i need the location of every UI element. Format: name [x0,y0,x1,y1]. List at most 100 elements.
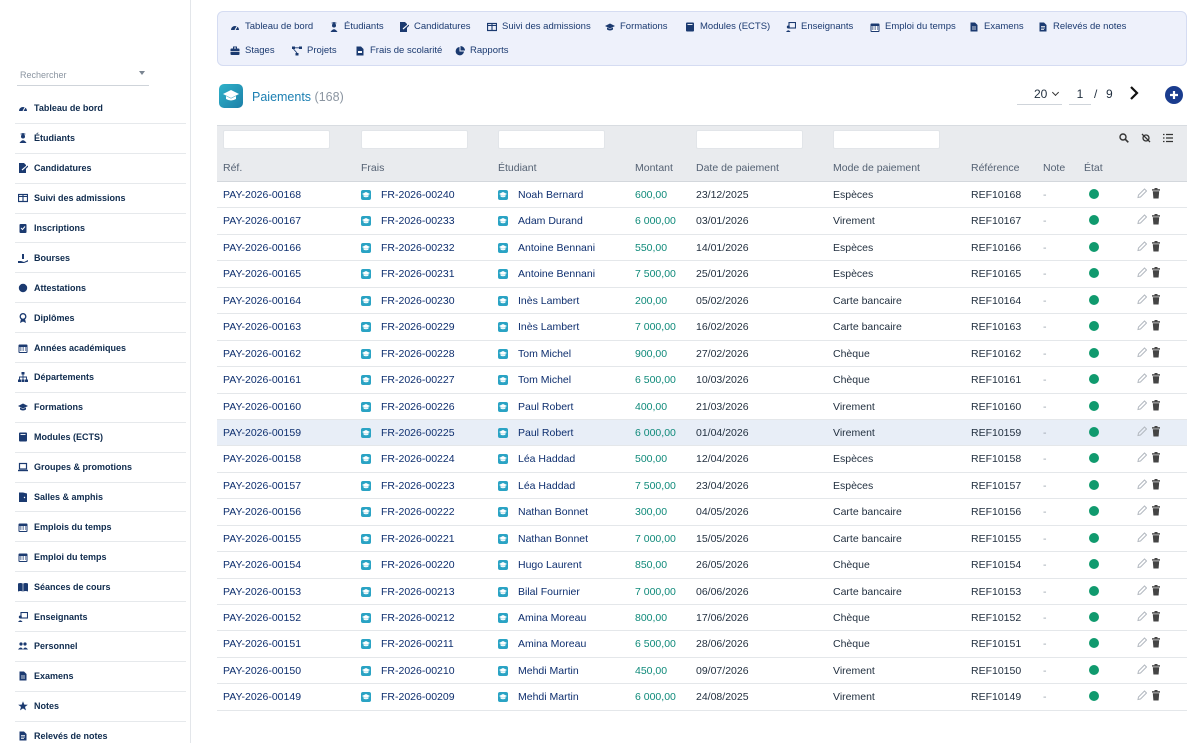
payment-ref-link[interactable]: PAY-2026-00154 [223,559,301,571]
sidebar-item[interactable]: Diplômes [15,303,186,334]
sidebar-item[interactable]: Suivi des admissions [15,184,186,214]
nav-item[interactable]: Examens [969,21,1024,32]
trash-icon[interactable] [1151,214,1161,225]
table-row[interactable]: PAY-2026-00161 FR-2026-00227 Tom Michel 6 5… [217,367,1187,394]
table-row[interactable]: PAY-2026-00155 FR-2026-00221 Nathan Bonnet… [217,526,1187,553]
table-row[interactable]: PAY-2026-00158 FR-2026-00224 Léa Haddad 500… [217,446,1187,473]
caret-down-icon[interactable] [139,71,145,75]
sidebar-item[interactable]: Étudiants [15,124,186,154]
payment-ref-link[interactable]: PAY-2026-00162 [223,348,301,360]
search-select[interactable]: Rechercher [17,66,149,86]
sidebar-item[interactable]: Groupes & promotions [15,453,186,483]
fee-link[interactable]: FR-2026-00213 [361,586,455,598]
edit-icon[interactable] [1137,690,1147,701]
fee-link[interactable]: FR-2026-00223 [361,480,455,492]
list-icon[interactable] [1163,133,1173,143]
fee-link[interactable]: FR-2026-00212 [361,612,455,624]
edit-icon[interactable] [1137,346,1147,358]
student-link[interactable]: Nathan Bonnet [498,533,588,545]
edit-icon[interactable] [1137,637,1147,648]
page-input[interactable]: 1 [1069,85,1091,105]
student-link[interactable]: Amina Moreau [498,638,586,650]
nav-item[interactable]: Emploi du temps [870,21,956,32]
fee-link[interactable]: FR-2026-00233 [361,215,455,227]
trash-icon[interactable] [1151,611,1161,622]
nav-item[interactable]: Stages [230,45,275,56]
edit-icon[interactable] [1137,399,1147,411]
edit-icon[interactable] [1137,373,1147,384]
fee-link[interactable]: FR-2026-00240 [361,189,455,201]
nav-item[interactable]: Suivi des admissions [487,21,591,32]
sidebar-item[interactable]: Tableau de bord [15,94,186,124]
edit-icon[interactable] [1137,241,1147,252]
payment-ref-link[interactable]: PAY-2026-00150 [223,665,301,677]
sidebar-item[interactable]: Emplois du temps [15,512,186,543]
student-link[interactable]: Inès Lambert [498,321,579,333]
edit-icon[interactable] [1137,188,1147,199]
column-header[interactable]: Montant [635,162,673,174]
student-link[interactable]: Noah Bernard [498,189,583,201]
trash-icon[interactable] [1151,240,1161,252]
payment-ref-link[interactable]: PAY-2026-00168 [223,189,301,201]
fee-link[interactable]: FR-2026-00209 [361,691,455,703]
table-row[interactable]: PAY-2026-00159 FR-2026-00225 Paul Robert 6 … [217,419,1187,447]
edit-icon[interactable] [1137,214,1147,225]
fee-link[interactable]: FR-2026-00221 [361,533,455,545]
student-link[interactable]: Léa Haddad [498,453,575,465]
sidebar-item[interactable]: Inscriptions [15,214,186,244]
table-row[interactable]: PAY-2026-00149 FR-2026-00209 Mehdi Martin 6… [217,684,1187,711]
trash-icon[interactable] [1151,478,1161,490]
column-header[interactable]: Date de paiement [696,162,779,174]
trash-icon[interactable] [1151,584,1161,596]
student-link[interactable]: Hugo Laurent [498,559,582,571]
sidebar-item[interactable]: Séances de cours [15,572,186,603]
nav-item[interactable]: Projets [292,45,337,56]
per-page-select[interactable]: 20 [1017,85,1062,105]
payment-ref-link[interactable]: PAY-2026-00163 [223,321,301,333]
payment-ref-link[interactable]: PAY-2026-00155 [223,533,301,545]
column-header[interactable]: Référence [971,162,1019,174]
table-row[interactable]: PAY-2026-00156 FR-2026-00222 Nathan Bonnet… [217,499,1187,526]
sidebar-item[interactable]: Emploi du temps [15,542,186,573]
edit-icon[interactable] [1137,664,1147,675]
sidebar-item[interactable]: Formations [15,393,186,423]
table-row[interactable]: PAY-2026-00166 FR-2026-00232 Antoine Benna… [217,235,1187,262]
column-header[interactable]: Note [1043,162,1065,174]
sidebar-item[interactable]: Départements [15,363,186,393]
payment-ref-link[interactable]: PAY-2026-00165 [223,268,301,280]
student-link[interactable]: Mehdi Martin [498,691,579,703]
fee-link[interactable]: FR-2026-00211 [361,638,454,650]
table-row[interactable]: PAY-2026-00157 FR-2026-00223 Léa Haddad 7 5… [217,473,1187,500]
trash-icon[interactable] [1151,531,1161,543]
nav-item[interactable]: Relevés de notes [1038,21,1126,32]
sidebar-item[interactable]: Attestations [15,273,186,304]
table-row[interactable]: PAY-2026-00151 FR-2026-00211 Amina Moreau 6… [217,631,1187,658]
trash-icon[interactable] [1151,293,1161,305]
trash-icon[interactable] [1151,320,1161,331]
sidebar-item[interactable]: Modules (ECTS) [15,423,186,453]
trash-icon[interactable] [1151,399,1161,411]
clear-filter-icon[interactable] [1141,133,1151,143]
student-link[interactable]: Tom Michel [498,348,571,360]
student-link[interactable]: Bilal Fournier [498,586,580,598]
sidebar-item[interactable]: Personnel [15,632,186,662]
payment-ref-link[interactable]: PAY-2026-00152 [223,612,301,624]
edit-icon[interactable] [1137,584,1147,596]
payment-ref-link[interactable]: PAY-2026-00159 [223,427,301,439]
nav-item[interactable]: Frais de scolarité [355,45,442,56]
table-row[interactable]: PAY-2026-00152 FR-2026-00212 Amina Moreau 8… [217,605,1187,632]
payment-ref-link[interactable]: PAY-2026-00157 [223,480,301,492]
nav-item[interactable]: Candidatures [399,21,471,32]
payment-ref-link[interactable]: PAY-2026-00153 [223,586,301,598]
fee-link[interactable]: FR-2026-00231 [361,268,455,280]
trash-icon[interactable] [1151,637,1161,648]
table-row[interactable]: PAY-2026-00154 FR-2026-00220 Hugo Laurent 8… [217,552,1187,579]
table-row[interactable]: PAY-2026-00164 FR-2026-00230 Inès Lambert 2… [217,288,1187,315]
sidebar-item[interactable]: Examens [15,662,186,692]
table-row[interactable]: PAY-2026-00160 FR-2026-00226 Paul Robert 40… [217,394,1187,420]
edit-icon[interactable] [1137,452,1147,463]
nav-item[interactable]: Étudiants [329,21,384,32]
edit-icon[interactable] [1137,531,1147,543]
filter-etudiant-input[interactable] [498,130,605,149]
student-link[interactable]: Tom Michel [498,374,571,386]
